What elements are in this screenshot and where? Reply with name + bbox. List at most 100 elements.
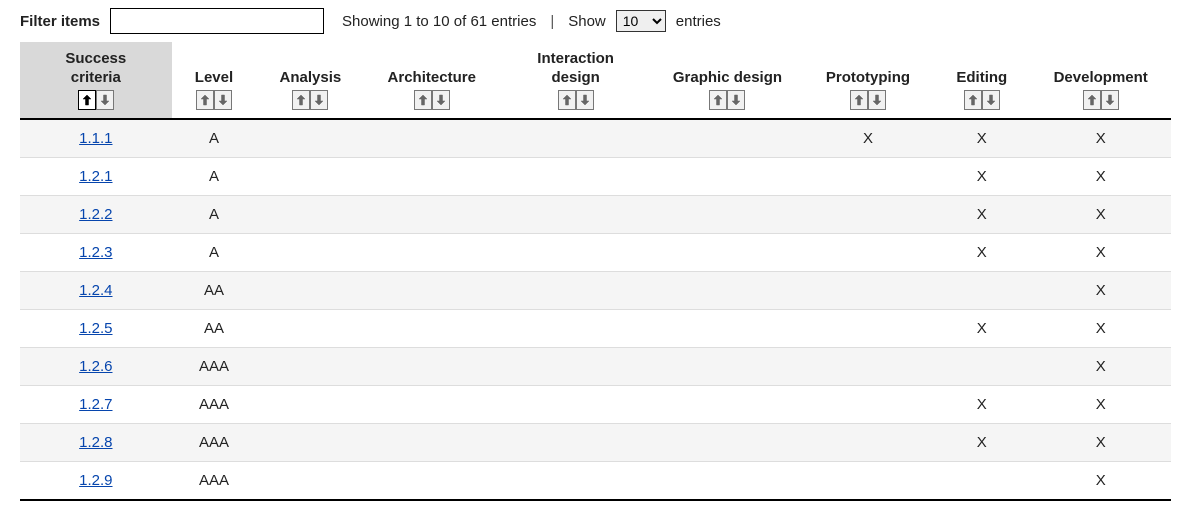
- sort-asc-analysis[interactable]: [292, 90, 310, 110]
- cell-interaction_design: [499, 347, 652, 385]
- sort-asc-level[interactable]: [196, 90, 214, 110]
- col-label: Interaction design: [521, 50, 631, 88]
- cell-success_criteria: 1.2.9: [20, 461, 172, 500]
- cell-graphic_design: [652, 461, 803, 500]
- cell-graphic_design: [652, 423, 803, 461]
- cell-analysis: [256, 347, 364, 385]
- col-header-level: Level: [172, 42, 257, 119]
- cell-development: X: [1030, 157, 1171, 195]
- cell-architecture: [364, 195, 499, 233]
- cell-graphic_design: [652, 309, 803, 347]
- criteria-link[interactable]: 1.2.1: [79, 168, 112, 185]
- criteria-link[interactable]: 1.2.9: [79, 472, 112, 489]
- col-header-development: Development: [1030, 42, 1171, 119]
- sort-asc-success_criteria[interactable]: [78, 90, 96, 110]
- cell-architecture: [364, 423, 499, 461]
- arrow-down-icon: [314, 94, 324, 106]
- cell-development: X: [1030, 347, 1171, 385]
- sort-desc-graphic_design[interactable]: [727, 90, 745, 110]
- criteria-link[interactable]: 1.2.4: [79, 282, 112, 299]
- col-header-graphic_design: Graphic design: [652, 42, 803, 119]
- show-entries-select[interactable]: 102550100: [616, 10, 666, 32]
- col-label: Level: [195, 69, 233, 88]
- col-header-success_criteria: Success criteria: [20, 42, 172, 119]
- cell-architecture: [364, 347, 499, 385]
- cell-analysis: [256, 309, 364, 347]
- show-prefix: Show: [568, 13, 606, 30]
- cell-graphic_design: [652, 119, 803, 158]
- table-row: 1.2.2 A XX: [20, 195, 1171, 233]
- criteria-link[interactable]: 1.2.3: [79, 244, 112, 261]
- cell-graphic_design: [652, 195, 803, 233]
- arrow-up-icon: [562, 94, 572, 106]
- cell-success_criteria: 1.2.4: [20, 271, 172, 309]
- cell-level: AAA: [172, 347, 257, 385]
- cell-success_criteria: 1.2.5: [20, 309, 172, 347]
- col-header-interaction_design: Interaction design: [499, 42, 652, 119]
- cell-development: X: [1030, 271, 1171, 309]
- criteria-link[interactable]: 1.1.1: [79, 130, 112, 147]
- table-row: 1.2.6 AAA X: [20, 347, 1171, 385]
- arrow-up-icon: [968, 94, 978, 106]
- cell-success_criteria: 1.2.3: [20, 233, 172, 271]
- cell-editing: X: [933, 195, 1030, 233]
- criteria-link[interactable]: 1.2.7: [79, 396, 112, 413]
- cell-interaction_design: [499, 119, 652, 158]
- filter-label: Filter items: [20, 13, 100, 30]
- cell-interaction_design: [499, 423, 652, 461]
- arrow-down-icon: [580, 94, 590, 106]
- cell-architecture: [364, 461, 499, 500]
- sort-desc-development[interactable]: [1101, 90, 1119, 110]
- cell-prototyping: [803, 271, 934, 309]
- criteria-table: Success criteriaLevelAnalysisArchitectur…: [20, 42, 1171, 501]
- cell-success_criteria: 1.2.6: [20, 347, 172, 385]
- cell-prototyping: X: [803, 119, 934, 158]
- col-label: Editing: [956, 69, 1007, 88]
- criteria-link[interactable]: 1.2.5: [79, 320, 112, 337]
- col-label: Development: [1054, 69, 1148, 88]
- sort-asc-graphic_design[interactable]: [709, 90, 727, 110]
- col-label: Graphic design: [673, 69, 782, 88]
- criteria-link[interactable]: 1.2.6: [79, 358, 112, 375]
- col-header-editing: Editing: [933, 42, 1030, 119]
- cell-editing: [933, 461, 1030, 500]
- cell-interaction_design: [499, 271, 652, 309]
- criteria-link[interactable]: 1.2.2: [79, 206, 112, 223]
- sort-asc-prototyping[interactable]: [850, 90, 868, 110]
- cell-interaction_design: [499, 195, 652, 233]
- table-row: 1.2.1AXX: [20, 157, 1171, 195]
- showing-text: Showing 1 to 10 of 61 entries: [342, 13, 536, 30]
- cell-architecture: [364, 385, 499, 423]
- sort-desc-prototyping[interactable]: [868, 90, 886, 110]
- table-row: 1.1.1AXXX: [20, 119, 1171, 158]
- sort-asc-interaction_design[interactable]: [558, 90, 576, 110]
- cell-level: AA: [172, 271, 257, 309]
- criteria-link[interactable]: 1.2.8: [79, 434, 112, 451]
- sort-desc-analysis[interactable]: [310, 90, 328, 110]
- sort-desc-editing[interactable]: [982, 90, 1000, 110]
- cell-interaction_design: [499, 309, 652, 347]
- cell-level: A: [172, 233, 257, 271]
- cell-success_criteria: 1.2.7: [20, 385, 172, 423]
- sort-desc-level[interactable]: [214, 90, 232, 110]
- sort-desc-interaction_design[interactable]: [576, 90, 594, 110]
- cell-architecture: [364, 119, 499, 158]
- arrow-down-icon: [872, 94, 882, 106]
- table-row: 1.2.9AAAX: [20, 461, 1171, 500]
- cell-level: A: [172, 195, 257, 233]
- filter-input[interactable]: [110, 8, 324, 34]
- sort-desc-success_criteria[interactable]: [96, 90, 114, 110]
- cell-development: X: [1030, 195, 1171, 233]
- cell-editing: X: [933, 233, 1030, 271]
- arrow-down-icon: [1105, 94, 1115, 106]
- sort-asc-editing[interactable]: [964, 90, 982, 110]
- cell-success_criteria: 1.2.8: [20, 423, 172, 461]
- sort-desc-architecture[interactable]: [432, 90, 450, 110]
- col-header-analysis: Analysis: [256, 42, 364, 119]
- sort-asc-development[interactable]: [1083, 90, 1101, 110]
- cell-graphic_design: [652, 385, 803, 423]
- cell-editing: [933, 271, 1030, 309]
- cell-editing: [933, 347, 1030, 385]
- sort-asc-architecture[interactable]: [414, 90, 432, 110]
- arrow-up-icon: [418, 94, 428, 106]
